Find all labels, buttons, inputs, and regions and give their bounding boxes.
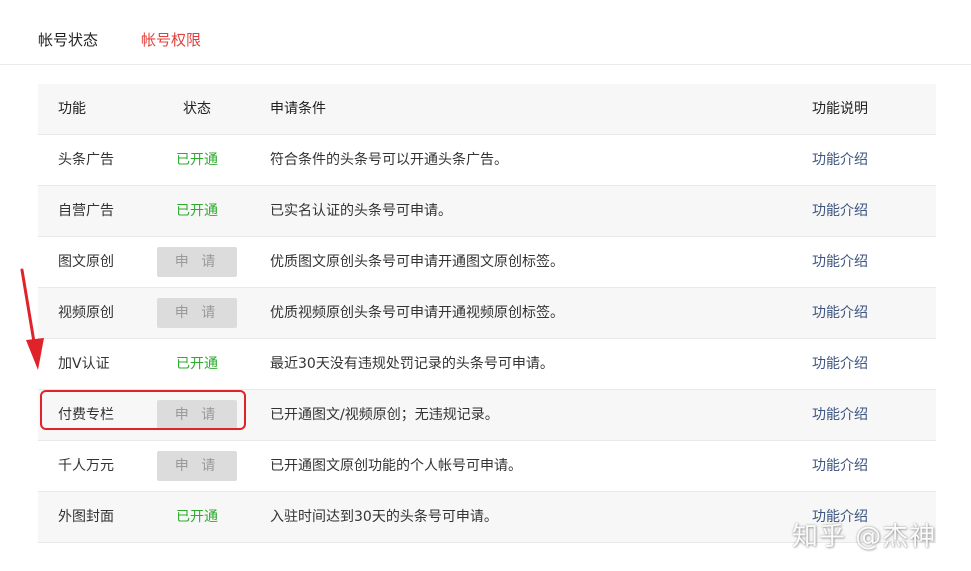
feature-intro-link[interactable]: 功能介绍 bbox=[812, 135, 868, 185]
table-row: 千人万元 申 请 已开通图文原创功能的个人帐号可申请。 功能介绍 bbox=[38, 441, 936, 492]
tab-account-status[interactable]: 帐号状态 bbox=[38, 29, 98, 51]
apply-condition: 已开通图文/视频原创；无违规记录。 bbox=[270, 407, 499, 423]
apply-condition: 已开通图文原创功能的个人帐号可申请。 bbox=[270, 458, 522, 474]
permissions-table: 功能 状态 申请条件 功能说明 头条广告 已开通 符合条件的头条号可以开通头条广… bbox=[38, 84, 936, 543]
apply-condition: 符合条件的头条号可以开通头条广告。 bbox=[270, 152, 508, 168]
apply-condition: 优质视频原创头条号可申请开通视频原创标签。 bbox=[270, 305, 564, 321]
function-name: 加V认证 bbox=[58, 356, 110, 372]
table-header-row: 功能 状态 申请条件 功能说明 bbox=[38, 84, 936, 135]
annotation-highlight-box bbox=[40, 390, 246, 430]
function-name: 视频原创 bbox=[58, 305, 114, 321]
header-status: 状态 bbox=[183, 101, 211, 117]
apply-button[interactable]: 申 请 bbox=[157, 247, 237, 277]
header-condition: 申请条件 bbox=[270, 101, 326, 117]
feature-intro-link[interactable]: 功能介绍 bbox=[812, 288, 868, 338]
feature-intro-link[interactable]: 功能介绍 bbox=[812, 339, 868, 389]
feature-intro-link[interactable]: 功能介绍 bbox=[812, 441, 868, 491]
table-row: 图文原创 申 请 优质图文原创头条号可申请开通图文原创标签。 功能介绍 bbox=[38, 237, 936, 288]
apply-condition: 最近30天没有违规处罚记录的头条号可申请。 bbox=[270, 356, 554, 372]
apply-condition: 入驻时间达到30天的头条号可申请。 bbox=[270, 509, 498, 525]
table-row: 加V认证 已开通 最近30天没有违规处罚记录的头条号可申请。 功能介绍 bbox=[38, 339, 936, 390]
status-enabled: 已开通 bbox=[176, 152, 218, 168]
function-name: 自营广告 bbox=[58, 203, 114, 219]
tab-bar: 帐号状态 帐号权限 bbox=[0, 0, 971, 65]
feature-intro-link[interactable]: 功能介绍 bbox=[812, 186, 868, 236]
feature-intro-link[interactable]: 功能介绍 bbox=[812, 237, 868, 287]
status-enabled: 已开通 bbox=[176, 509, 218, 525]
table-row: 视频原创 申 请 优质视频原创头条号可申请开通视频原创标签。 功能介绍 bbox=[38, 288, 936, 339]
function-name: 千人万元 bbox=[58, 458, 114, 474]
table-row: 自营广告 已开通 已实名认证的头条号可申请。 功能介绍 bbox=[38, 186, 936, 237]
header-function: 功能 bbox=[58, 101, 86, 117]
table-row: 头条广告 已开通 符合条件的头条号可以开通头条广告。 功能介绍 bbox=[38, 135, 936, 186]
status-enabled: 已开通 bbox=[176, 203, 218, 219]
function-name: 图文原创 bbox=[58, 254, 114, 270]
status-enabled: 已开通 bbox=[176, 356, 218, 372]
annotation-arrow-icon bbox=[20, 268, 44, 370]
apply-button[interactable]: 申 请 bbox=[157, 451, 237, 481]
apply-button[interactable]: 申 请 bbox=[157, 298, 237, 328]
watermark: 知乎 @杰神 bbox=[792, 522, 937, 552]
function-name: 头条广告 bbox=[58, 152, 114, 168]
function-name: 外图封面 bbox=[58, 509, 114, 525]
feature-intro-link[interactable]: 功能介绍 bbox=[812, 390, 868, 440]
header-description: 功能说明 bbox=[812, 101, 868, 117]
tab-account-permissions[interactable]: 帐号权限 bbox=[141, 29, 201, 51]
apply-condition: 优质图文原创头条号可申请开通图文原创标签。 bbox=[270, 254, 564, 270]
apply-condition: 已实名认证的头条号可申请。 bbox=[270, 203, 452, 219]
